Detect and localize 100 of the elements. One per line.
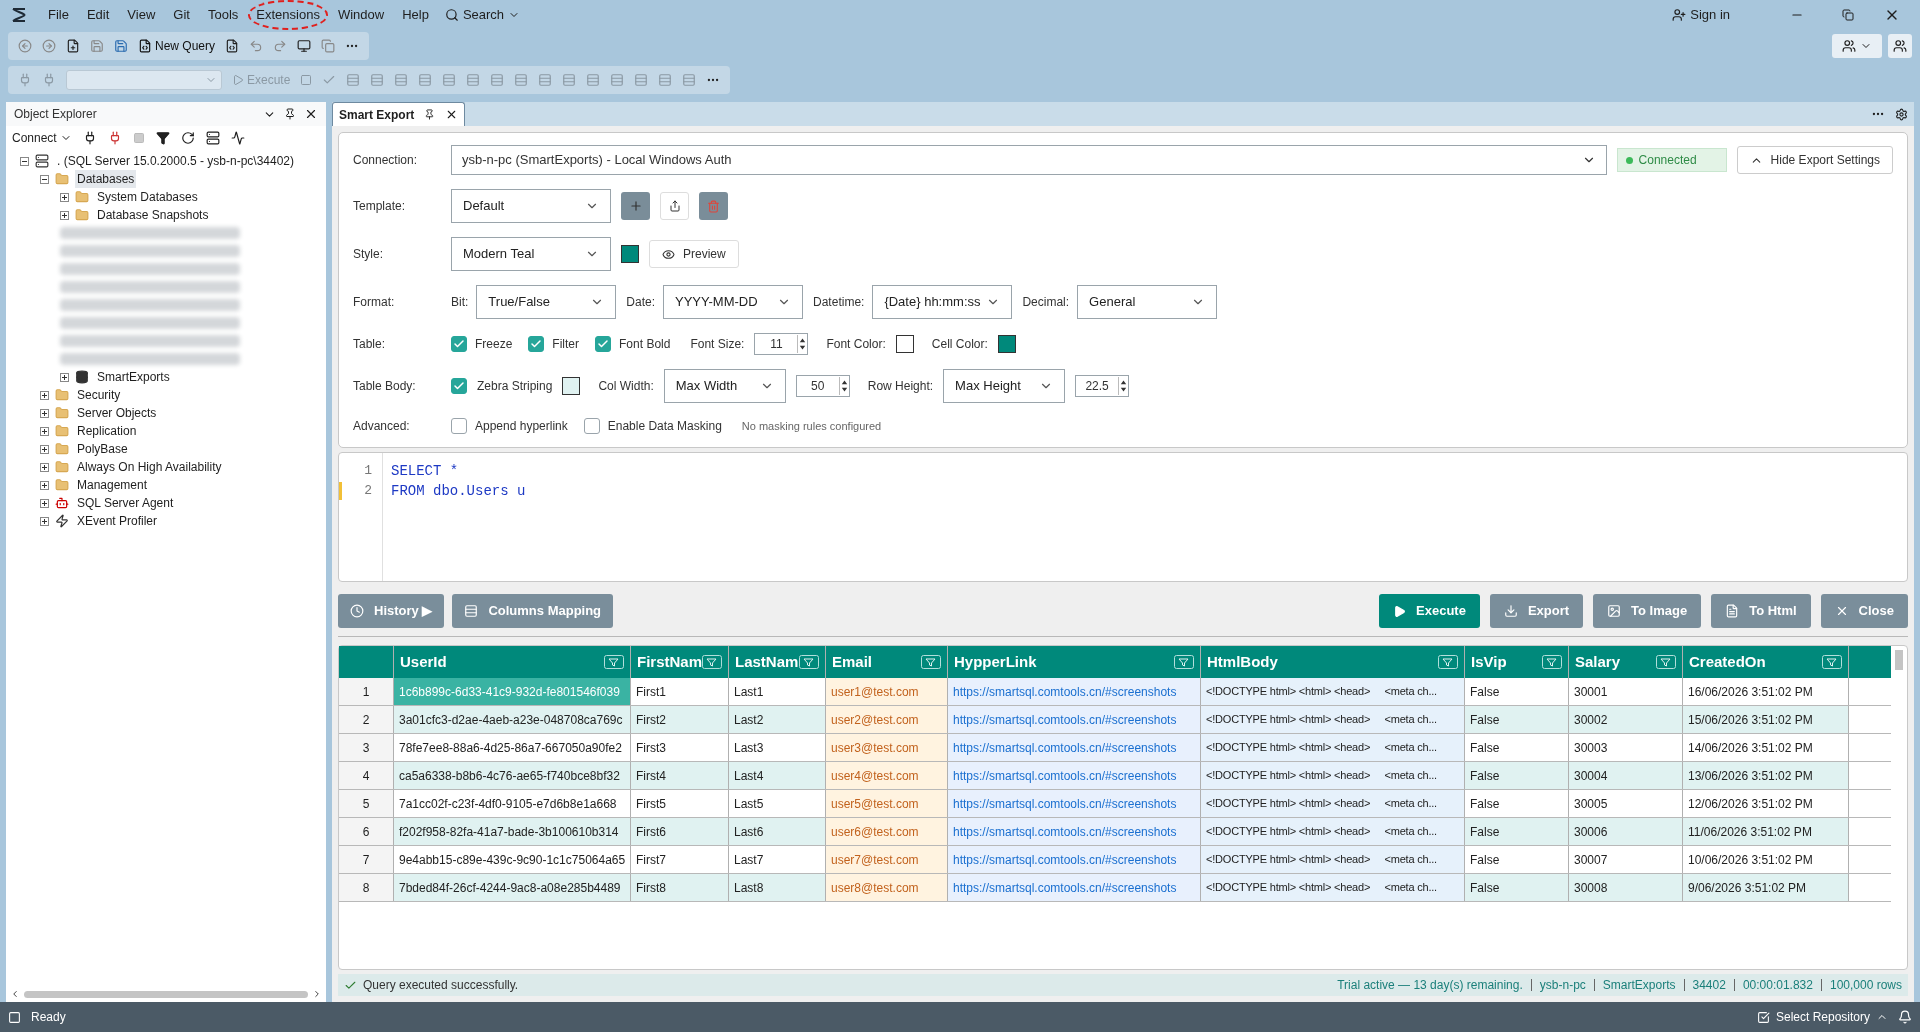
settings-icon[interactable] — [1895, 107, 1908, 121]
table-cell[interactable]: <!DOCTYPE html> <html> <head> <meta ch... — [1201, 790, 1465, 817]
checkbox[interactable] — [451, 418, 467, 434]
back-icon[interactable] — [18, 39, 32, 53]
table-cell[interactable]: <!DOCTYPE html> <html> <head> <meta ch... — [1201, 818, 1465, 845]
expand-toggle[interactable] — [60, 210, 69, 220]
scroll-left-icon[interactable] — [10, 989, 20, 999]
table-cell[interactable]: ca5a6338-b8b6-4c76-ae65-f740bce8bf32 — [394, 762, 631, 789]
table-cell[interactable]: user4@test.com — [826, 762, 948, 789]
table-cell[interactable]: https://smartsql.comtools.cn/#screenshots — [948, 818, 1201, 845]
tree-item[interactable]: System Databases — [95, 188, 200, 206]
table-cell[interactable]: user8@test.com — [826, 874, 948, 901]
table-cell[interactable]: user6@test.com — [826, 818, 948, 845]
table-cell[interactable]: <!DOCTYPE html> <html> <head> <meta ch... — [1201, 706, 1465, 733]
tree-item[interactable]: Management — [75, 476, 150, 494]
table-cell[interactable]: 30008 — [1569, 874, 1683, 901]
notification-icon[interactable] — [1898, 1010, 1912, 1024]
monitor-icon[interactable] — [297, 39, 312, 53]
table-cell[interactable]: user3@test.com — [826, 734, 948, 761]
table-cell[interactable]: Last6 — [729, 818, 826, 845]
table-cell[interactable]: user2@test.com — [826, 706, 948, 733]
table-cell[interactable]: user7@test.com — [826, 846, 948, 873]
menu-item[interactable]: Extensions — [248, 0, 328, 30]
share-button[interactable] — [660, 192, 689, 220]
expand-toggle[interactable] — [40, 516, 49, 526]
table-cell[interactable]: False — [1465, 762, 1569, 789]
table-cell[interactable]: 30006 — [1569, 818, 1683, 845]
format-dropdown[interactable]: General — [1077, 285, 1218, 319]
tree-item[interactable]: XEvent Profiler — [75, 512, 160, 530]
parse-icon[interactable] — [322, 73, 337, 87]
checkbox[interactable] — [583, 418, 600, 434]
horizontal-scrollbar[interactable] — [24, 990, 308, 998]
menu-item[interactable]: Tools — [199, 0, 247, 30]
number-spinner[interactable]: 22.5 — [1075, 375, 1130, 397]
table-cell[interactable]: <!DOCTYPE html> <html> <head> <meta ch... — [1201, 762, 1465, 789]
windows-icon[interactable] — [321, 39, 336, 53]
stop-icon[interactable] — [132, 132, 145, 144]
account-button[interactable] — [1832, 34, 1882, 58]
table-cell[interactable]: https://smartsql.comtools.cn/#screenshots — [948, 874, 1201, 901]
table-cell[interactable]: First6 — [631, 818, 729, 845]
tree-item[interactable]: SQL Server Agent — [75, 494, 176, 512]
table-cell[interactable]: 30002 — [1569, 706, 1683, 733]
table-cell[interactable]: 3a01cfc3-d2ae-4aeb-a23e-048708ca769c — [394, 706, 631, 733]
format-dropdown[interactable]: YYYY-MM-DD — [663, 285, 804, 319]
color-swatch[interactable] — [562, 377, 581, 395]
repository-button[interactable]: Select Repository — [1756, 1008, 1888, 1026]
tree-item[interactable]: Database Snapshots — [95, 206, 211, 224]
number-spinner[interactable]: 11 — [754, 333, 809, 355]
checkbox[interactable] — [528, 336, 545, 352]
template-dropdown[interactable]: Default — [451, 189, 611, 223]
expand-toggle[interactable] — [40, 498, 49, 508]
table-cell[interactable]: 7bded84f-26cf-4244-9ac8-a08e285b4489 — [394, 874, 631, 901]
connect-button[interactable]: Connect — [12, 129, 72, 147]
output-icon[interactable] — [8, 1010, 21, 1024]
tree-item[interactable]: Databases — [75, 170, 137, 188]
color-swatch[interactable] — [621, 245, 639, 263]
undo-icon[interactable] — [249, 39, 264, 53]
collapse-toggle[interactable] — [20, 156, 29, 166]
format-dropdown[interactable]: True/False — [476, 285, 617, 319]
expand-toggle[interactable] — [60, 192, 69, 202]
table-cell[interactable]: https://smartsql.comtools.cn/#screenshots — [948, 762, 1201, 789]
table-cell[interactable]: Last8 — [729, 874, 826, 901]
menu-item[interactable]: Help — [394, 0, 437, 30]
table-cell[interactable]: 11/06/2026 3:51:02 PM — [1683, 818, 1849, 845]
collapse-toggle[interactable] — [40, 174, 49, 184]
new-file-icon[interactable] — [66, 39, 80, 53]
table-cell[interactable]: <!DOCTYPE html> <html> <head> <meta ch... — [1201, 846, 1465, 873]
forward-icon[interactable] — [42, 39, 56, 53]
search-menu[interactable]: Search — [444, 5, 521, 25]
table-cell[interactable]: 9/06/2026 3:51:02 PM — [1683, 874, 1849, 901]
save-all-icon[interactable] — [114, 39, 128, 53]
refresh-icon[interactable] — [180, 131, 195, 145]
query-file-icon[interactable] — [225, 39, 240, 53]
table-cell[interactable]: First4 — [631, 762, 729, 789]
scroll-right-icon[interactable] — [312, 989, 322, 999]
table-cell[interactable]: Last4 — [729, 762, 826, 789]
table-cell[interactable]: f202f958-82fa-41a7-bade-3b100610b314 — [394, 818, 631, 845]
row-height-dropdown[interactable]: Max Height — [943, 369, 1066, 403]
tree-item[interactable]: Always On High Availability — [75, 458, 224, 476]
table-cell[interactable]: <!DOCTYPE html> <html> <head> <meta ch... — [1201, 874, 1465, 901]
save-icon[interactable] — [90, 39, 104, 53]
menu-item[interactable]: View — [119, 0, 164, 30]
table-cell[interactable]: https://smartsql.comtools.cn/#screenshots — [948, 790, 1201, 817]
activity-icon[interactable] — [230, 131, 245, 145]
sql-editor[interactable]: 1 2 SELECT * FROM dbo.Users u — [338, 452, 1908, 582]
table-cell[interactable]: <!DOCTYPE html> <html> <head> <meta ch... — [1201, 734, 1465, 761]
sign-in-button[interactable]: Sign in — [1672, 5, 1730, 25]
feedback-button[interactable] — [1888, 34, 1912, 58]
style-dropdown[interactable]: Modern Teal — [451, 237, 611, 271]
table-cell[interactable]: False — [1465, 706, 1569, 733]
menu-item[interactable]: File — [40, 0, 77, 30]
tree-item[interactable]: PolyBase — [75, 440, 130, 458]
tree-item[interactable]: . (SQL Server 15.0.2000.5 - ysb-n-pc\34402) — [55, 152, 296, 170]
table-cell[interactable]: user1@test.com — [826, 678, 948, 705]
redo-icon[interactable] — [273, 39, 288, 53]
table-cell[interactable]: https://smartsql.comtools.cn/#screenshots — [948, 734, 1201, 761]
checkbox[interactable] — [595, 336, 612, 352]
close-icon[interactable] — [304, 107, 318, 121]
menu-item[interactable]: Edit — [78, 0, 118, 30]
format-dropdown[interactable]: {Date} hh:mm:ss — [872, 285, 1013, 319]
